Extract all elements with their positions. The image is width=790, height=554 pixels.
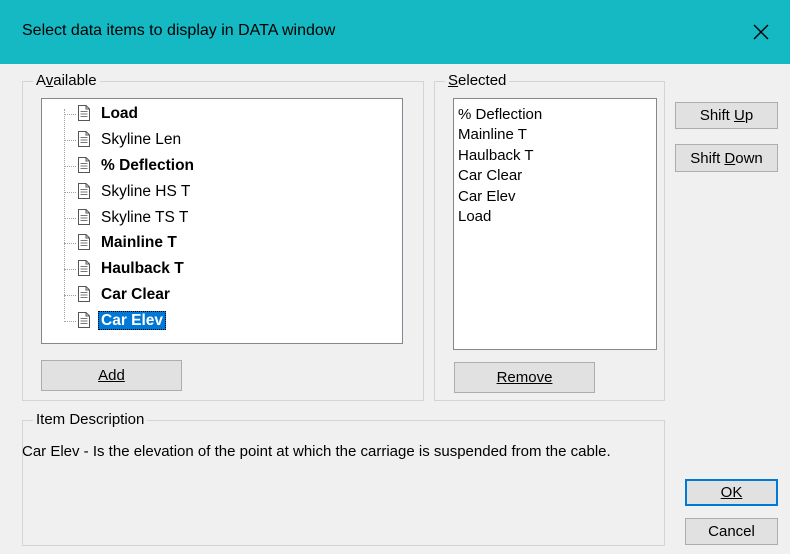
close-icon <box>753 24 769 40</box>
remove-button[interactable]: Remove <box>454 362 595 393</box>
shift-up-button[interactable]: Shift Up <box>675 102 778 129</box>
tree-item-label: Skyline HS T <box>101 182 191 200</box>
close-button[interactable] <box>732 0 790 64</box>
tree-item-label: Car Clear <box>101 286 170 304</box>
selected-list-items: % Deflection Mainline T Haulback T Car Clea… <box>454 105 656 227</box>
selected-list[interactable]: % Deflection Mainline T Haulback T Car Clea… <box>453 98 657 350</box>
cancel-button[interactable]: Cancel <box>685 518 778 545</box>
ok-button[interactable]: OK <box>685 479 778 506</box>
description-text: Car Elev - Is the elevation of the point… <box>22 443 611 460</box>
document-icon <box>78 312 90 329</box>
window-title: Select data items to display in DATA win… <box>22 22 336 39</box>
document-icon <box>78 182 90 199</box>
tree-connector <box>64 191 76 193</box>
list-item[interactable]: Haulback T <box>454 146 656 166</box>
available-tree[interactable]: Load Skyline Len % Deflection Skyline HS T S… <box>41 98 403 344</box>
shift-up-label: Shift Up <box>699 107 754 124</box>
shift-down-label: Shift Down <box>690 149 763 167</box>
list-item[interactable]: % Deflection <box>454 105 656 125</box>
document-icon <box>78 260 90 277</box>
tree-item-label: Load <box>101 105 139 122</box>
selected-legend: Selected <box>448 72 507 89</box>
document-icon <box>78 208 90 225</box>
tree-connector <box>64 243 76 245</box>
tree-item-label: Skyline Len <box>101 130 182 148</box>
tree-item-label: Haulback T <box>101 260 184 278</box>
list-item[interactable]: Car Elev <box>454 187 656 207</box>
tree-item-label: Car Elev <box>98 311 167 331</box>
tree-connector <box>64 114 76 115</box>
tree-item-label: Skyline TS T <box>101 208 189 226</box>
document-icon <box>78 156 90 173</box>
document-icon <box>78 286 90 303</box>
tree-item-label: % Deflection <box>101 156 195 174</box>
title-bar[interactable]: Select data items to display in DATA win… <box>0 0 790 64</box>
available-legend: Available <box>36 72 97 89</box>
description-group: Item Description <box>22 412 665 546</box>
document-icon <box>78 130 90 147</box>
shift-down-button[interactable]: Shift Down <box>675 144 778 172</box>
list-item[interactable]: Mainline T <box>454 125 656 145</box>
tree-connector <box>64 321 76 323</box>
tree-connector <box>64 269 76 271</box>
tree-connector <box>64 139 76 141</box>
tree-item-label: Mainline T <box>101 234 177 252</box>
document-icon <box>78 234 90 251</box>
list-item[interactable]: Car Clear <box>454 166 656 186</box>
list-item[interactable]: Load <box>454 207 656 227</box>
document-icon <box>78 105 90 121</box>
tree-connector <box>64 295 76 297</box>
description-legend: Item Description <box>36 411 145 428</box>
add-button[interactable]: Add <box>41 360 182 391</box>
tree-connector <box>64 165 76 167</box>
dialog-window: Select data items to display in DATA win… <box>0 0 790 554</box>
tree-connector <box>64 217 76 219</box>
